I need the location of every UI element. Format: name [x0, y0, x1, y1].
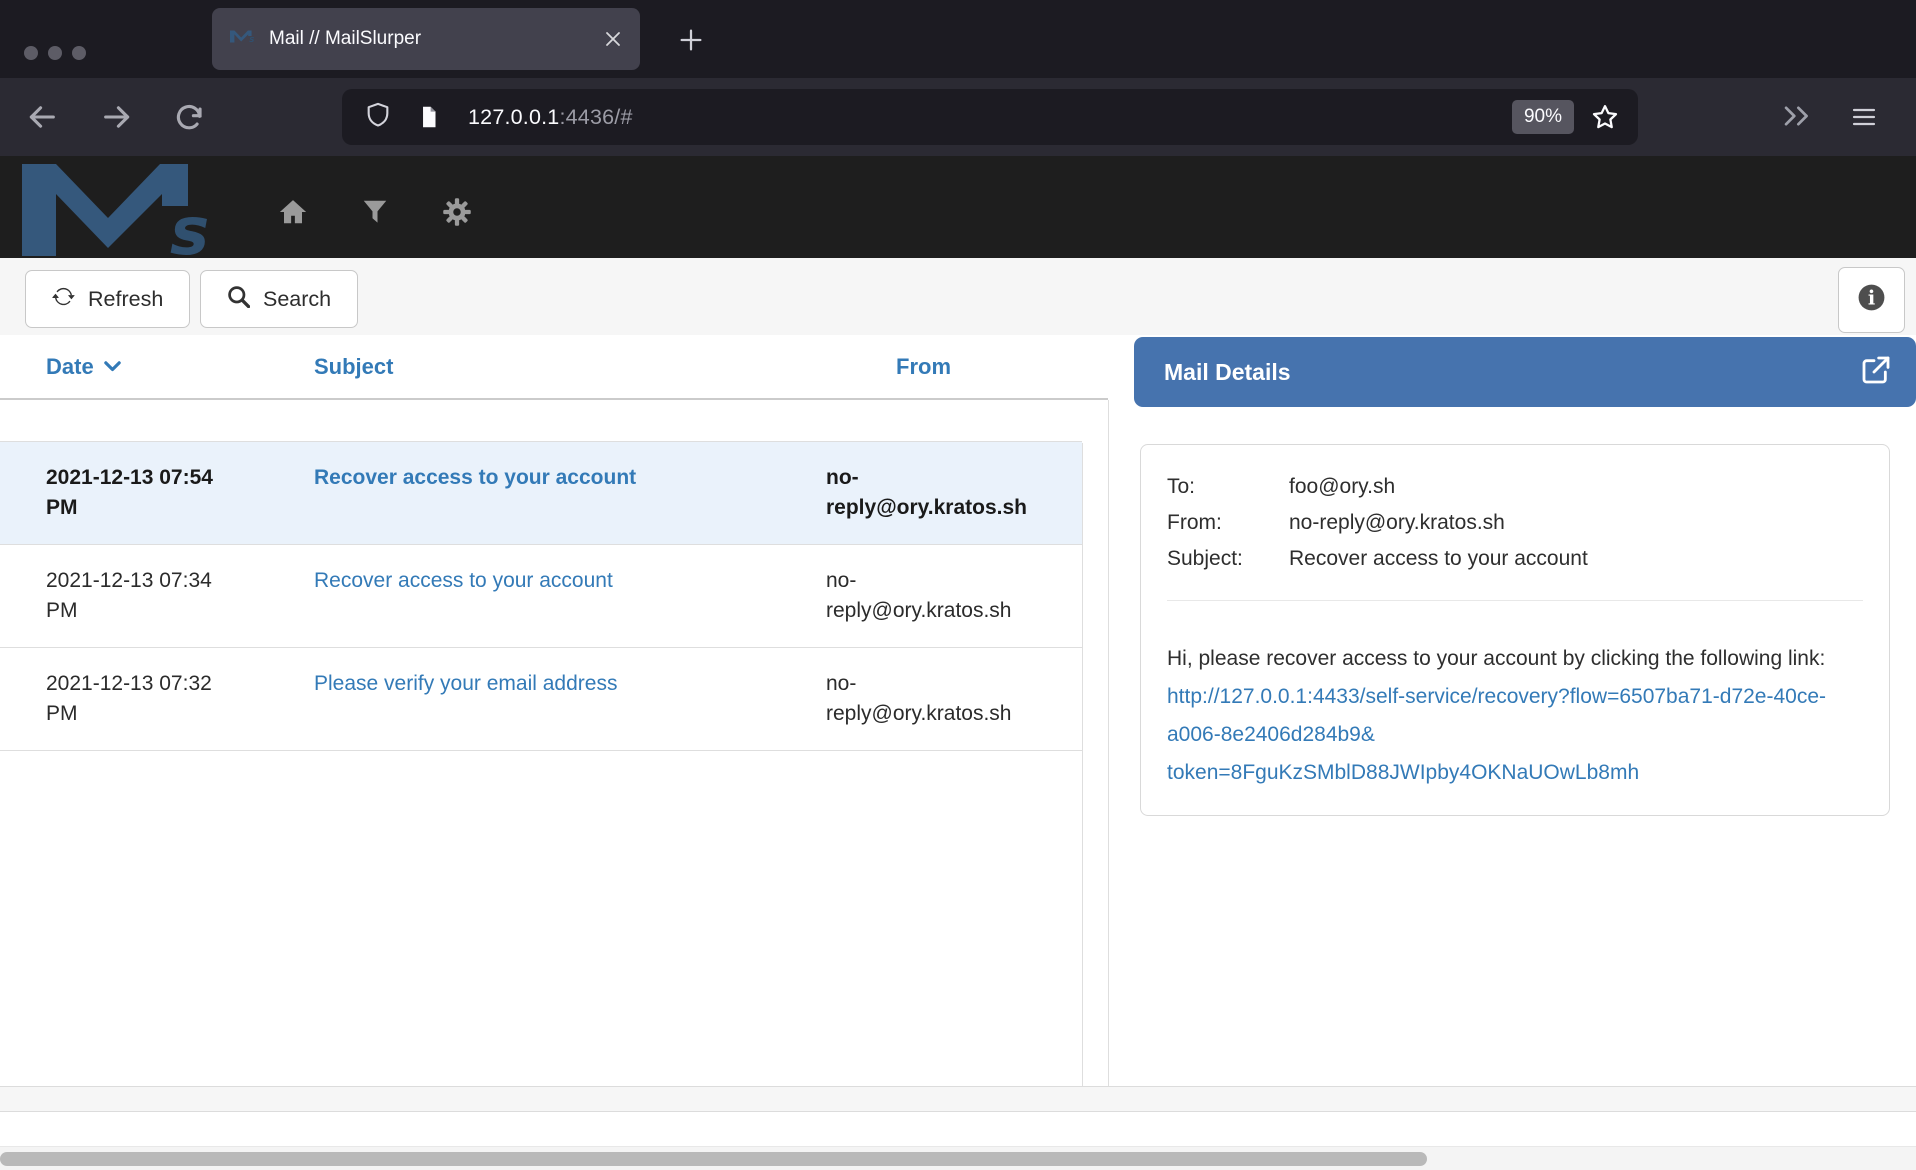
subject-value: Recover access to your account [1289, 541, 1588, 577]
shield-icon[interactable] [364, 101, 392, 134]
mail-row-subject: Recover access to your account [268, 463, 826, 523]
mail-row-from: no-reply@ory.kratos.sh [826, 566, 1082, 626]
footer-band [0, 1086, 1916, 1112]
search-button[interactable]: Search [200, 270, 358, 328]
menu-hamburger-icon[interactable] [1850, 103, 1878, 136]
forward-icon[interactable] [100, 100, 134, 139]
tab-favicon-mailslurper-icon: s [230, 30, 256, 48]
back-icon[interactable] [25, 100, 59, 139]
info-icon: i [1856, 282, 1887, 318]
app-toolbar: Refresh Search i [0, 258, 1916, 335]
from-label: From: [1167, 505, 1289, 541]
mail-subject-link[interactable]: Recover access to your account [314, 569, 613, 592]
reload-icon[interactable] [172, 100, 206, 139]
filter-icon[interactable] [360, 197, 390, 227]
refresh-button[interactable]: Refresh [25, 270, 190, 328]
mail-list-panel: Date Subject From 2021-12-13 07:54 PM Re… [0, 335, 1110, 751]
column-header-date-cell: Date [0, 354, 268, 380]
mail-details-title: Mail Details [1164, 359, 1860, 386]
settings-gear-icon[interactable] [442, 197, 472, 227]
mail-row-date: 2021-12-13 07:34 PM [0, 566, 268, 626]
zoom-level-badge[interactable]: 90% [1512, 100, 1574, 134]
mail-row-from: no-reply@ory.kratos.sh [826, 669, 1082, 729]
field-from: From: no-reply@ory.kratos.sh [1167, 505, 1863, 541]
mail-body: Hi, please recover access to your accoun… [1167, 640, 1843, 792]
column-header-subject[interactable]: Subject [268, 354, 826, 380]
mailslurper-nav [278, 197, 472, 227]
home-icon[interactable] [278, 197, 308, 227]
horizontal-scrollbar-thumb[interactable] [0, 1152, 1427, 1166]
search-button-label: Search [263, 287, 331, 312]
recovery-link-part: http://127.0.0.1:4433/self-service [1167, 685, 1472, 708]
mail-subject-link[interactable]: Recover access to your account [314, 466, 636, 489]
tab-title: Mail // MailSlurper [269, 28, 604, 50]
browser-nav-bar: 127.0.0.1:4436/# 90% [0, 78, 1916, 156]
open-external-icon[interactable] [1860, 354, 1892, 391]
svg-text:s: s [170, 193, 209, 256]
mail-row-subject: Recover access to your account [268, 566, 826, 626]
new-tab-button[interactable] [676, 25, 706, 60]
mailslurper-logo: s [22, 164, 222, 261]
toolbar-overflow-icon[interactable] [1782, 105, 1812, 132]
recovery-link-part: token=8FguKzSMblD88JWIpby4OKNaUOwLb8mh [1167, 761, 1639, 784]
mail-list-header: Date Subject From [0, 335, 1108, 400]
mail-row-from: no-reply@ory.kratos.sh [826, 463, 1082, 523]
mail-subject-link[interactable]: Please verify your email address [314, 672, 617, 695]
tab-close-icon[interactable] [604, 30, 622, 48]
url-text[interactable]: 127.0.0.1:4436/# [468, 105, 633, 130]
search-icon [227, 285, 250, 314]
url-bar[interactable]: 127.0.0.1:4436/# 90% [342, 89, 1638, 145]
info-button[interactable]: i [1838, 267, 1905, 333]
browser-tab-bar: s Mail // MailSlurper [0, 0, 1916, 78]
recovery-link[interactable]: http://127.0.0.1:4433/self-service/recov… [1167, 685, 1826, 784]
column-header-from[interactable]: From [896, 354, 951, 379]
bookmark-star-icon[interactable] [1590, 102, 1620, 132]
date-header-label: Date [46, 354, 94, 380]
window-close-dot[interactable] [24, 46, 38, 60]
refresh-button-label: Refresh [88, 287, 163, 312]
column-header-from-cell: From [826, 354, 1082, 380]
mail-details-panel: Mail Details To: foo@ory.sh From: no-rep… [1134, 335, 1916, 816]
mail-row-2[interactable]: 2021-12-13 07:34 PM Recover access to yo… [0, 544, 1082, 647]
mailslurper-window: s Mail // MailSlurper [0, 0, 1916, 1170]
url-host: 127.0.0.1 [468, 105, 559, 129]
mailslurper-header: s [0, 156, 1916, 258]
details-divider [1167, 600, 1863, 601]
field-to: To: foo@ory.sh [1167, 469, 1863, 505]
mail-row-date: 2021-12-13 07:32 PM [0, 669, 268, 729]
field-subject: Subject: Recover access to your account [1167, 541, 1863, 577]
panel-divider [1108, 400, 1109, 1086]
mail-row-date: 2021-12-13 07:54 PM [0, 463, 268, 523]
window-controls[interactable] [24, 46, 86, 60]
svg-text:s: s [249, 35, 254, 43]
sort-chevron-down-icon [104, 361, 121, 372]
mail-row-3[interactable]: 2021-12-13 07:32 PM Please verify your e… [0, 647, 1082, 751]
to-label: To: [1167, 469, 1289, 505]
list-right-border [1082, 443, 1083, 1086]
mail-details-header: Mail Details [1134, 337, 1916, 407]
window-zoom-dot[interactable] [72, 46, 86, 60]
subject-label: Subject: [1167, 541, 1289, 577]
window-minimize-dot[interactable] [48, 46, 62, 60]
mail-row-1[interactable]: 2021-12-13 07:54 PM Recover access to yo… [0, 441, 1082, 544]
mail-row-subject: Please verify your email address [268, 669, 826, 729]
refresh-icon [52, 285, 75, 314]
column-header-date[interactable]: Date [46, 354, 218, 380]
url-path: :4436/# [559, 105, 632, 129]
mail-body-text: Hi, please recover access to your accoun… [1167, 647, 1825, 670]
from-value: no-reply@ory.kratos.sh [1289, 505, 1505, 541]
to-value: foo@ory.sh [1289, 469, 1395, 505]
browser-tab-mailslurper[interactable]: s Mail // MailSlurper [212, 8, 640, 70]
mail-details-card: To: foo@ory.sh From: no-reply@ory.kratos… [1140, 444, 1890, 816]
mail-list-body: 2021-12-13 07:54 PM Recover access to yo… [0, 441, 1082, 751]
page-info-icon[interactable] [416, 104, 442, 130]
svg-text:i: i [1868, 287, 1875, 310]
